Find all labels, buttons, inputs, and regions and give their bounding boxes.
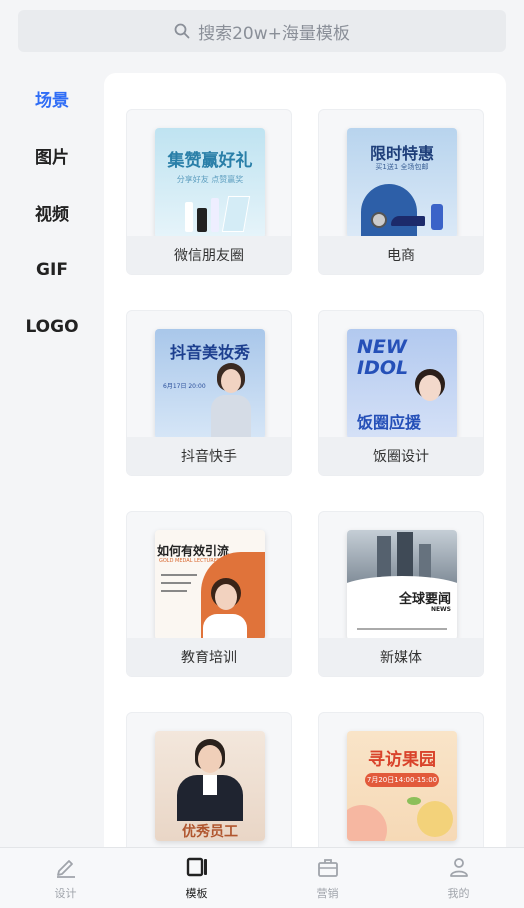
thumbnail-employee: 优秀员工 <box>155 731 265 841</box>
sidebar-item-image[interactable]: 图片 <box>0 127 104 184</box>
tab-design[interactable]: 设计 <box>0 848 131 908</box>
thumbnail-wechat: 集赞赢好礼 分享好友 点赞赢奖 <box>155 128 265 238</box>
thumb-subtitle: 7月20日14:00-15:00 <box>365 773 439 787</box>
bottom-tab-bar: 设计 模板 营销 我的 <box>0 847 524 908</box>
thumbnail-douyin: 抖音美妆秀 6月17日 20:00 <box>155 329 265 439</box>
pen-icon <box>54 856 78 885</box>
thumbnail-education: 如何有效引流 GOLD MEDAL LECTURER <box>155 530 265 640</box>
thumb-title: 优秀员工 <box>182 824 238 840</box>
thumb-subtitle: 买1送1 全场包邮 <box>375 163 429 171</box>
search-icon <box>174 23 190 39</box>
tab-templates[interactable]: 模板 <box>131 848 262 908</box>
thumbnail-orchard: 寻访果园 7月20日14:00-15:00 <box>347 731 457 841</box>
card-label: 电商 <box>319 236 483 274</box>
thumbnail-ecommerce: 限时特惠 买1送1 全场包邮 <box>347 128 457 238</box>
thumb-subtitle: 6月17日 20:00 <box>163 383 206 390</box>
tab-label: 设计 <box>54 886 77 900</box>
tab-label: 营销 <box>316 886 339 900</box>
search-placeholder: 搜索20w+海量模板 <box>198 23 350 44</box>
sidebar-item-gif[interactable]: GIF <box>0 241 104 298</box>
thumb-subtitle: 分享好友 点赞赢奖 <box>176 175 244 184</box>
sidebar-item-scene[interactable]: 场景 <box>0 70 104 127</box>
thumbnail-fandom: NEW IDOL 饭圈应援 <box>347 329 457 439</box>
thumb-title: 全球要闻 <box>398 592 451 607</box>
category-sidebar: 场景 图片 视频 GIF LOGO <box>0 70 104 355</box>
search-bar[interactable]: 搜索20w+海量模板 <box>18 10 506 52</box>
briefcase-icon <box>316 856 340 885</box>
thumb-title: NEW IDOL <box>357 336 409 379</box>
template-card-newmedia[interactable]: 全球要闻 NEWS 新媒体 <box>318 511 484 677</box>
thumb-subtitle: 饭圈应援 <box>357 413 422 432</box>
template-card-ecommerce[interactable]: 限时特惠 买1送1 全场包邮 电商 <box>318 109 484 275</box>
thumb-title: 如何有效引流 <box>157 544 230 558</box>
thumb-subtitle: GOLD MEDAL LECTURER <box>159 558 221 564</box>
template-card-employee[interactable]: 优秀员工 <box>126 712 292 848</box>
template-grid-panel: 集赞赢好礼 分享好友 点赞赢奖 微信朋友圈 限时特惠 买1送1 全场包邮 电商 … <box>104 73 506 848</box>
card-label: 饭圈设计 <box>319 437 483 475</box>
tab-profile[interactable]: 我的 <box>393 848 524 908</box>
template-card-douyin[interactable]: 抖音美妆秀 6月17日 20:00 抖音快手 <box>126 310 292 476</box>
thumb-title: 限时特惠 <box>369 144 434 163</box>
template-card-orchard[interactable]: 寻访果园 7月20日14:00-15:00 <box>318 712 484 848</box>
sidebar-item-logo[interactable]: LOGO <box>0 298 104 355</box>
card-label: 抖音快手 <box>127 437 291 475</box>
card-label: 新媒体 <box>319 638 483 676</box>
tab-label: 模板 <box>185 886 208 900</box>
tab-label: 我的 <box>447 886 470 900</box>
thumb-title: 抖音美妆秀 <box>169 343 250 362</box>
thumb-title: 寻访果园 <box>368 750 436 770</box>
template-card-wechat[interactable]: 集赞赢好礼 分享好友 点赞赢奖 微信朋友圈 <box>126 109 292 275</box>
thumb-title: 集赞赢好礼 <box>167 151 253 171</box>
tab-marketing[interactable]: 营销 <box>262 848 393 908</box>
person-icon <box>447 856 471 885</box>
thumbnail-newmedia: 全球要闻 NEWS <box>347 530 457 640</box>
template-icon <box>185 856 209 885</box>
sidebar-item-video[interactable]: 视频 <box>0 184 104 241</box>
template-card-education[interactable]: 如何有效引流 GOLD MEDAL LECTURER 教育培训 <box>126 511 292 677</box>
template-card-fandom[interactable]: NEW IDOL 饭圈应援 饭圈设计 <box>318 310 484 476</box>
card-label: 教育培训 <box>127 638 291 676</box>
card-label: 微信朋友圈 <box>127 236 291 274</box>
thumb-subtitle: NEWS <box>430 606 451 613</box>
